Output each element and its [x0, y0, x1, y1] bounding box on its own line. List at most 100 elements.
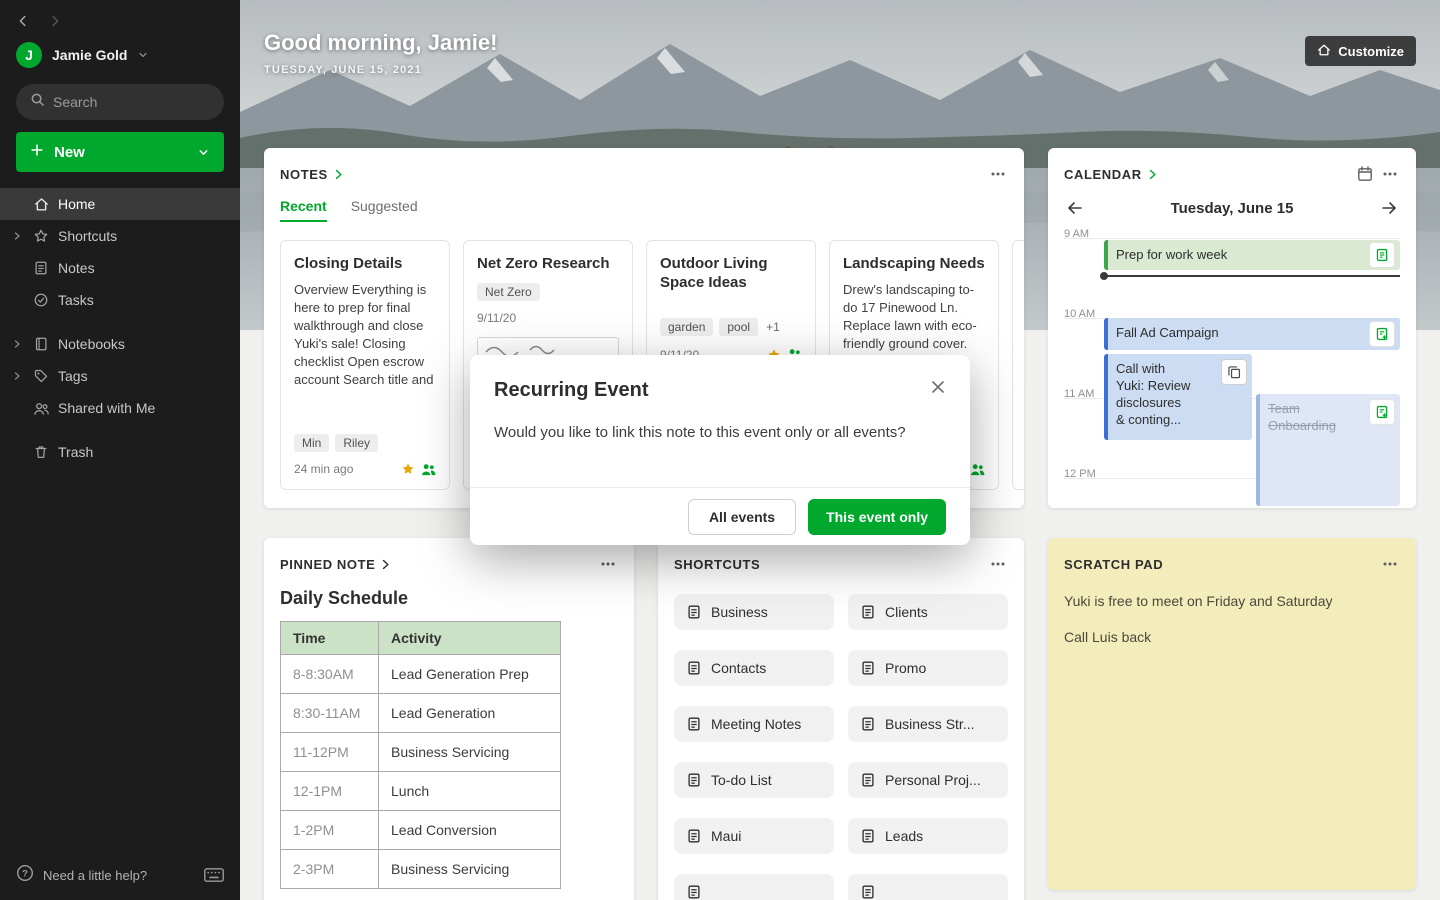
note-tag-more: +1	[766, 320, 780, 334]
note-tag: Riley	[335, 434, 379, 452]
next-day-icon[interactable]	[1378, 198, 1400, 218]
calendar-event-fall-ad-campaign[interactable]: Fall Ad Campaign	[1104, 318, 1400, 350]
scratch-pad-line: Yuki is free to meet on Friday and Satur…	[1064, 593, 1333, 609]
sidebar-item-notebooks[interactable]: Notebooks	[0, 328, 240, 360]
table-row: 8:30-11AM Lead Generation	[280, 693, 561, 733]
note-icon	[686, 772, 702, 788]
shortcut-item-business[interactable]: Business	[674, 594, 834, 630]
hour-line	[1064, 238, 1400, 239]
search-field[interactable]	[53, 94, 210, 110]
sidebar-item-home[interactable]: Home	[0, 188, 240, 220]
shortcuts-widget: SHORTCUTS Business Clients Contacts Prom…	[658, 538, 1024, 900]
note-tag: garden	[660, 318, 714, 336]
create-note-icon[interactable]	[1369, 399, 1395, 425]
shortcut-item-meeting-notes[interactable]: Meeting Notes	[674, 706, 834, 742]
note-icon	[686, 604, 702, 620]
sidebar: J Jamie Gold New	[0, 0, 240, 900]
calendar-grid: 9 AM 10 AM 11 AM 12 PM Prep for work wee…	[1064, 224, 1400, 508]
star-icon	[30, 228, 52, 244]
scratch-pad-more-icon[interactable]	[1380, 554, 1400, 574]
this-event-only-button[interactable]: This event only	[808, 498, 946, 535]
pinned-note-more-icon[interactable]	[598, 554, 618, 574]
create-note-icon[interactable]	[1369, 321, 1395, 347]
shortcut-item-leads[interactable]: Leads	[848, 818, 1008, 854]
calendar-widget-title-link[interactable]: CALENDAR	[1064, 167, 1142, 182]
keyboard-shortcuts-icon[interactable]	[204, 868, 224, 882]
shortcut-item-promo[interactable]: Promo	[848, 650, 1008, 686]
shortcut-item-todo-list[interactable]: To-do List	[674, 762, 834, 798]
expand-icon[interactable]	[10, 340, 24, 348]
expand-icon[interactable]	[10, 232, 24, 240]
shortcut-item-maui[interactable]: Maui	[674, 818, 834, 854]
table-row: 8-8:30AM Lead Generation Prep	[280, 654, 561, 694]
chevron-right-icon[interactable]	[333, 169, 344, 180]
pinned-note-name: Daily Schedule	[280, 588, 409, 608]
calendar-event-prep-for-work-week[interactable]: Prep for work week	[1104, 240, 1400, 270]
tag-icon	[30, 368, 52, 384]
shortcut-item-business-strategy[interactable]: Business Str...	[848, 706, 1008, 742]
all-events-button[interactable]: All events	[687, 498, 797, 535]
pinned-note-title-link[interactable]: PINNED NOTE	[280, 557, 375, 572]
note-card-closing-details[interactable]: Closing Details Overview Everything is h…	[280, 240, 450, 490]
notebook-icon	[30, 336, 52, 352]
calendar-icon[interactable]	[1355, 164, 1375, 184]
history-forward-icon[interactable]	[48, 14, 62, 28]
note-icon	[860, 772, 876, 788]
help-link[interactable]: Need a little help?	[43, 868, 147, 883]
scratch-pad-line: Call Luis back	[1064, 629, 1152, 645]
trash-icon	[30, 444, 52, 460]
sidebar-item-shared-with-me[interactable]: Shared with Me	[0, 392, 240, 424]
shortcut-item-clients[interactable]: Clients	[848, 594, 1008, 630]
close-icon[interactable]	[928, 377, 948, 397]
sidebar-item-notes[interactable]: Notes	[0, 252, 240, 284]
note-icon	[686, 828, 702, 844]
customize-button[interactable]: Customize	[1305, 36, 1416, 66]
task-check-icon	[30, 292, 52, 308]
calendar-event-team-onboarding[interactable]: Team Onboarding	[1256, 394, 1400, 506]
question-circle-icon: ?	[16, 864, 34, 887]
recurring-event-dialog: Recurring Event Would you like to link t…	[470, 355, 970, 545]
sidebar-item-tasks[interactable]: Tasks	[0, 284, 240, 316]
notes-widget-title-link[interactable]: NOTES	[280, 167, 328, 182]
expand-icon[interactable]	[10, 372, 24, 380]
note-card-partial[interactable]	[1012, 240, 1024, 490]
scratch-pad-widget: SCRATCH PAD Yuki is free to meet on Frid…	[1048, 538, 1416, 890]
scratch-pad-editor[interactable]: Yuki is free to meet on Friday and Satur…	[1064, 592, 1400, 646]
user-name: Jamie Gold	[52, 47, 128, 63]
event-title: Call with Yuki: Review disclosures & con…	[1116, 361, 1191, 427]
open-linked-note-icon[interactable]	[1369, 242, 1395, 268]
shortcuts-widget-title: SHORTCUTS	[674, 556, 761, 572]
calendar-event-call-with-yuki[interactable]: Call with Yuki: Review disclosures & con…	[1104, 354, 1252, 440]
event-title: Prep for work week	[1116, 247, 1228, 262]
table-header-time: Time	[280, 621, 379, 655]
tab-recent[interactable]: Recent	[280, 198, 327, 222]
account-menu[interactable]: J Jamie Gold	[0, 32, 240, 76]
event-title: Fall Ad Campaign	[1116, 325, 1219, 340]
note-icon	[860, 660, 876, 676]
note-icon	[860, 604, 876, 620]
shortcut-item-personal-projects[interactable]: Personal Proj...	[848, 762, 1008, 798]
shortcut-item[interactable]	[848, 874, 1008, 900]
history-back-icon[interactable]	[16, 14, 30, 28]
notes-more-icon[interactable]	[988, 164, 1008, 184]
shortcuts-more-icon[interactable]	[988, 554, 1008, 574]
tab-suggested[interactable]: Suggested	[351, 198, 418, 222]
search-icon	[30, 92, 45, 112]
shortcut-item-contacts[interactable]: Contacts	[674, 650, 834, 686]
chevron-right-icon[interactable]	[1147, 169, 1158, 180]
copy-note-icon[interactable]	[1221, 359, 1247, 385]
prev-day-icon[interactable]	[1064, 198, 1086, 218]
chevron-down-icon[interactable]	[197, 146, 210, 159]
table-row: 1-2PM Lead Conversion	[280, 810, 561, 850]
new-button[interactable]: New	[16, 132, 224, 172]
table-row: 12-1PM Lunch	[280, 771, 561, 811]
shortcut-item[interactable]	[674, 874, 834, 900]
chevron-right-icon[interactable]	[380, 559, 391, 570]
sidebar-item-tags[interactable]: Tags	[0, 360, 240, 392]
sidebar-item-shortcuts[interactable]: Shortcuts	[0, 220, 240, 252]
search-input[interactable]	[16, 84, 224, 120]
sidebar-item-trash[interactable]: Trash	[0, 436, 240, 468]
calendar-more-icon[interactable]	[1380, 164, 1400, 184]
shortcuts-grid: Business Clients Contacts Promo Meeting …	[674, 594, 1008, 900]
hour-label: 11 AM	[1064, 388, 1095, 400]
